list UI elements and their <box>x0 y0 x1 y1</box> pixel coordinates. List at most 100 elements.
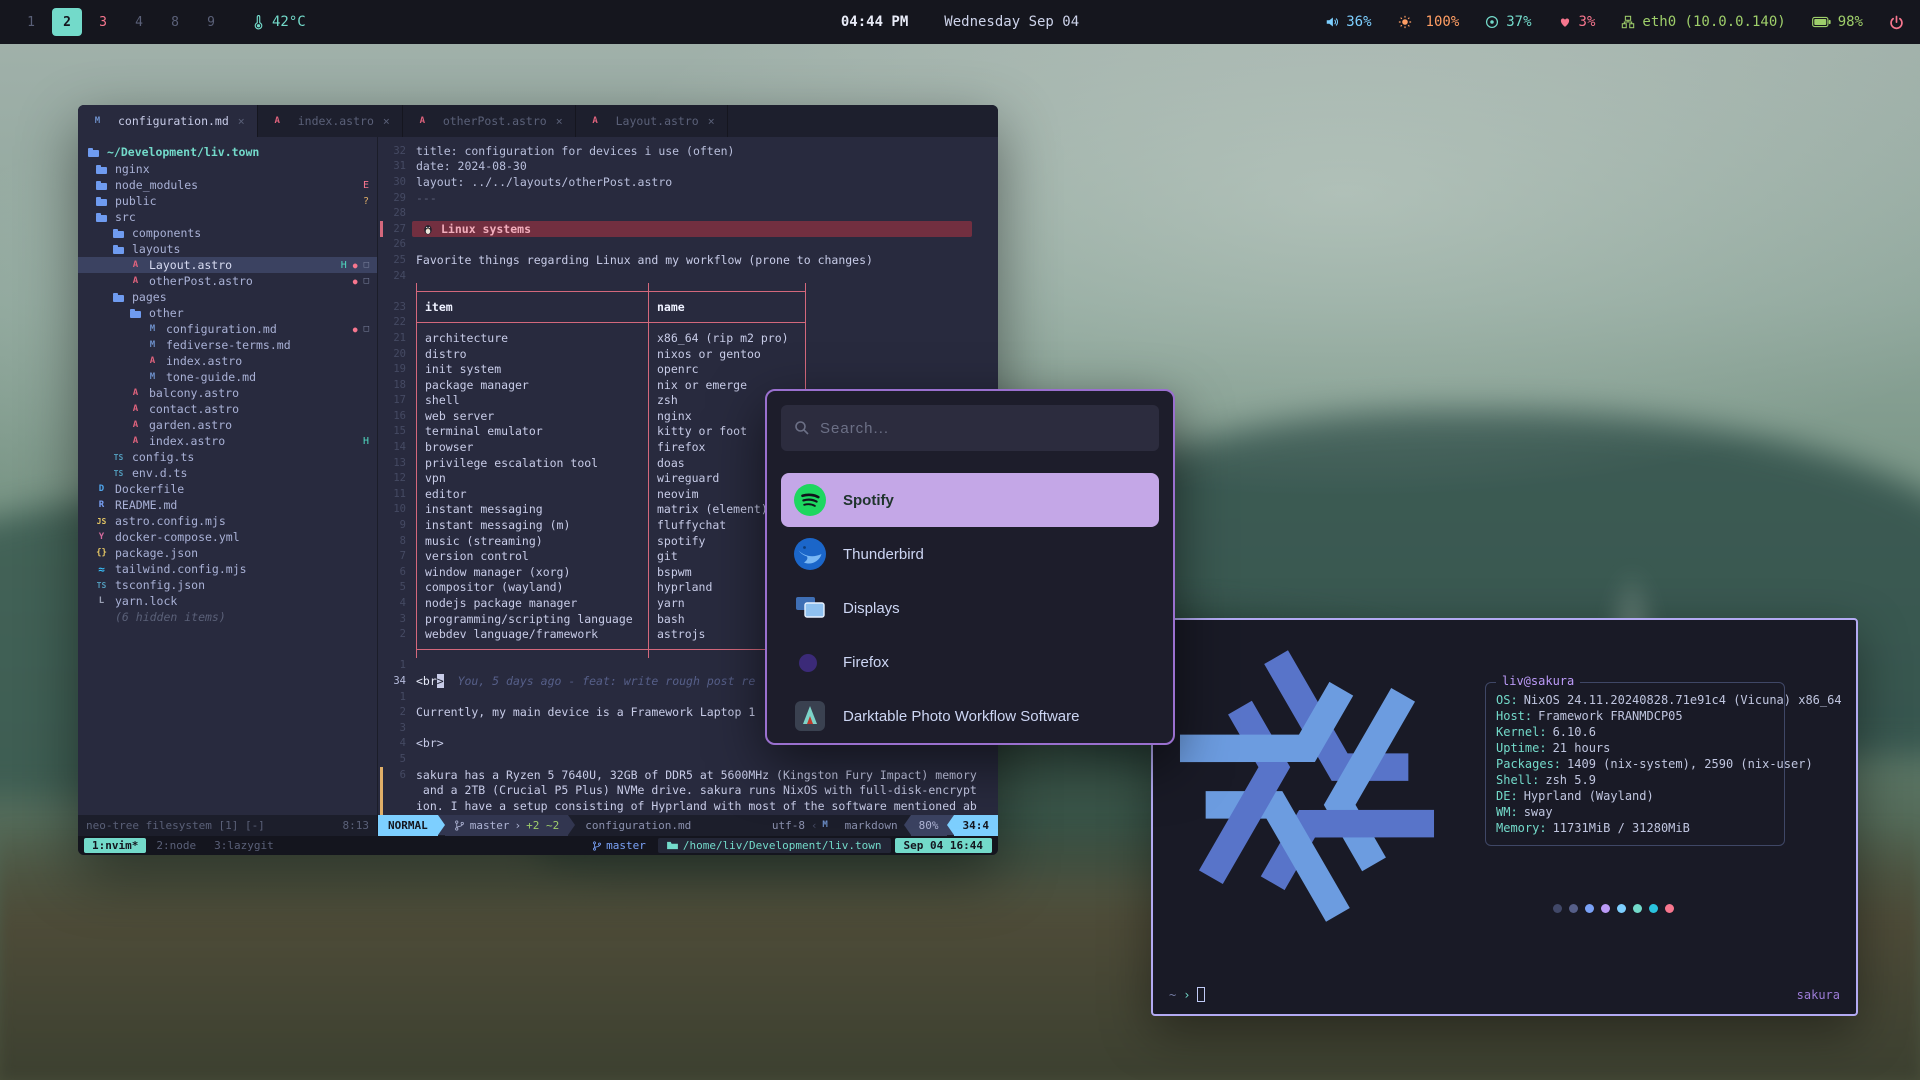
tree-item[interactable]: Layout.astro H ● □ <box>78 257 377 273</box>
line-number: 5 <box>386 753 416 765</box>
editor-line[interactable]: 5 <box>378 751 998 767</box>
tree-item[interactable]: tailwind.config.mjs ● □ <box>78 561 377 577</box>
workspace-button[interactable]: 1 <box>16 8 46 36</box>
file-name: Dockerfile <box>115 482 184 496</box>
tree-item[interactable]: docker-compose.yml ● □ <box>78 529 377 545</box>
tree-item[interactable]: layouts ● □ <box>78 241 377 257</box>
tree-item[interactable]: otherPost.astro ● □ <box>78 273 377 289</box>
tree-item[interactable]: public ? ● □ <box>78 193 377 209</box>
editor-line[interactable]: 23 item name <box>378 299 998 315</box>
tree-item[interactable]: node_modules E ● □ <box>78 177 377 193</box>
system-info-lines: OS: NixOS 24.11.20240828.71e91c4 (Vicuna… <box>1496 693 1774 837</box>
line-number: 1 <box>386 691 416 703</box>
editor-line[interactable]: 29 --- --- <box>378 190 998 206</box>
launcher-item[interactable]: Spotify <box>781 473 1159 527</box>
tree-item[interactable]: garden.astro ● □ <box>78 417 377 433</box>
editor-line[interactable]: 30 layout: ../../layouts/otherPost.astro <box>378 174 998 190</box>
editor-line[interactable]: 32 title: configuration for devices i us… <box>378 143 998 159</box>
workspace-button[interactable]: 2 <box>52 8 82 36</box>
editor-line[interactable]: 27 Linux systems Linux systems <box>378 221 998 237</box>
git-sign <box>378 689 386 705</box>
tree-item[interactable]: index.astro H ● □ <box>78 433 377 449</box>
launcher-item[interactable]: Displays <box>781 581 1159 635</box>
tree-item[interactable]: (6 hidden items) ● □ <box>78 609 377 625</box>
git-sign <box>378 190 386 206</box>
brightness-module[interactable]: 100% <box>1398 14 1460 30</box>
editor-line[interactable]: 24 <box>378 268 998 284</box>
network-module[interactable]: eth0 (10.0.0.140) <box>1621 14 1785 30</box>
tree-item[interactable]: Dockerfile ● □ <box>78 481 377 497</box>
tree-item[interactable]: other ● □ <box>78 305 377 321</box>
workspace-button[interactable]: 8 <box>160 8 190 36</box>
editor-line[interactable]: 28 <box>378 205 998 221</box>
table-cell-item <box>416 642 648 658</box>
table-cell-item: terminal emulator <box>416 424 648 440</box>
editor-tab[interactable]: Layout.astro × <box>576 105 728 137</box>
tree-item[interactable]: balcony.astro ● □ <box>78 385 377 401</box>
tree-item[interactable]: src ● □ <box>78 209 377 225</box>
close-icon[interactable]: × <box>383 114 390 128</box>
line-number: 17 <box>386 394 416 406</box>
editor-line[interactable]: 31 date: 2024-08-30 date: 2024-08-30 <box>378 159 998 175</box>
close-icon[interactable]: × <box>556 114 563 128</box>
launcher-item[interactable]: Firefox <box>781 635 1159 689</box>
workspace-button[interactable]: 3 <box>88 8 118 36</box>
launcher-item[interactable]: Thunderbird <box>781 527 1159 581</box>
search-input[interactable] <box>820 420 1146 437</box>
launcher-item-label: Displays <box>843 600 900 617</box>
editor-line[interactable]: 25 Favorite things regarding Linux and m… <box>378 252 998 268</box>
workspace-button[interactable]: 4 <box>124 8 154 36</box>
launcher-item[interactable]: Darktable Photo Workflow Software <box>781 689 1159 743</box>
file-icon <box>94 516 109 527</box>
disk-module[interactable]: 37% <box>1485 14 1531 30</box>
editor-line[interactable]: and a 2TB (Crucial P5 Plus) NVMe drive. … <box>378 782 998 798</box>
tree-item[interactable]: yarn.lock ● □ <box>78 593 377 609</box>
tree-item[interactable]: contact.astro ● □ <box>78 401 377 417</box>
tmux-window[interactable]: 3:lazygit <box>206 838 282 853</box>
line-number: 15 <box>386 425 416 437</box>
load-module[interactable]: 3% <box>1558 14 1596 30</box>
tree-root[interactable]: ~/Development/liv.town <box>78 143 377 161</box>
tmux-window[interactable]: 1:nvim* <box>84 838 146 853</box>
tree-item[interactable]: tsconfig.json ● □ <box>78 577 377 593</box>
buffer-badge: □ <box>364 276 369 286</box>
shell-prompt[interactable]: ~ › <box>1169 987 1205 1002</box>
tree-item[interactable]: astro.config.mjs ● □ <box>78 513 377 529</box>
editor-line[interactable]: ion. I have a setup consisting of Hyprla… <box>378 798 998 814</box>
editor-line[interactable]: 21 architecture x86_64 (rip m2 pro) <box>378 330 998 346</box>
editor-tab[interactable]: index.astro × <box>258 105 403 137</box>
close-icon[interactable]: × <box>708 114 715 128</box>
terminal-window-fastfetch[interactable]: liv@sakura OS: NixOS 24.11.20240828.71e9… <box>1151 618 1858 1016</box>
editor-tab[interactable]: configuration.md × <box>78 105 258 137</box>
info-key: OS: <box>1496 693 1518 709</box>
volume-module[interactable]: 36% <box>1325 14 1371 30</box>
tree-item[interactable]: components ● □ <box>78 225 377 241</box>
tree-item[interactable]: tone-guide.md ● □ <box>78 369 377 385</box>
temperature-module[interactable]: 42°C <box>252 14 306 30</box>
tree-item[interactable]: index.astro ● □ <box>78 353 377 369</box>
tree-item[interactable]: README.md ● □ <box>78 497 377 513</box>
tree-item[interactable]: package.json ● □ <box>78 545 377 561</box>
power-module[interactable] <box>1889 15 1904 30</box>
clock[interactable]: 04:44 PM Wednesday Sep 04 <box>841 14 1079 30</box>
editor-line[interactable]: 6 sakura has a Ryzen 5 7640U, 32GB of DD… <box>378 767 998 783</box>
editor-tab[interactable]: otherPost.astro × <box>403 105 576 137</box>
tree-item[interactable]: config.ts ● □ <box>78 449 377 465</box>
workspace-button[interactable]: 9 <box>196 8 226 36</box>
tree-item[interactable]: env.d.ts ● □ <box>78 465 377 481</box>
tree-item[interactable]: pages ● □ <box>78 289 377 305</box>
tmux-window[interactable]: 2:node <box>148 838 204 853</box>
editor-line[interactable]: 22 <box>378 315 998 331</box>
editor-line[interactable]: 20 distro nixos or gentoo <box>378 346 998 362</box>
tree-item[interactable]: fediverse-terms.md ● □ <box>78 337 377 353</box>
line-text: Favorite things regarding Linux and my w… <box>416 253 873 267</box>
battery-module[interactable]: 98% <box>1812 14 1863 30</box>
info-key: WM: <box>1496 805 1518 821</box>
editor-line[interactable] <box>378 283 998 299</box>
tree-item[interactable]: configuration.md ● □ <box>78 321 377 337</box>
editor-line[interactable]: 26 <box>378 237 998 253</box>
tree-item[interactable]: nginx ● □ <box>78 161 377 177</box>
info-key: Host: <box>1496 709 1532 725</box>
close-icon[interactable]: × <box>238 114 245 128</box>
editor-line[interactable]: 19 init system openrc <box>378 361 998 377</box>
